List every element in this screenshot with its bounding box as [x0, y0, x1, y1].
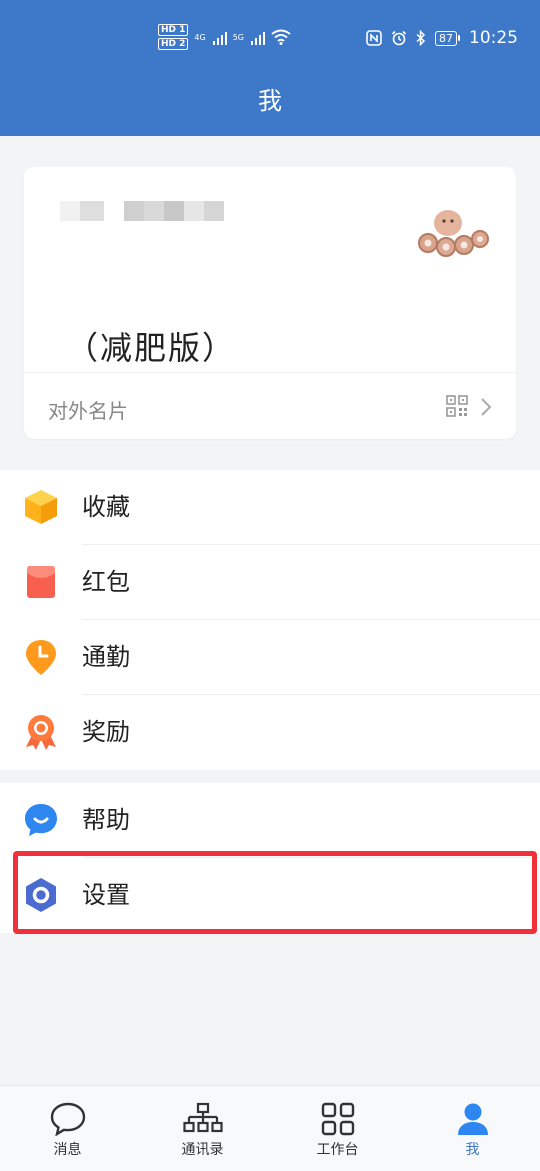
signal-icon-2 [251, 29, 265, 45]
status-time: 10:25 [469, 28, 518, 48]
tab-label-workbench: 工作台 [316, 1142, 359, 1158]
menu-item-collection[interactable]: 收藏 [0, 470, 540, 545]
menu-item-commute[interactable]: 通勤 [0, 620, 540, 695]
commute-clock-icon [26, 640, 56, 675]
workbench-grid-icon [321, 1102, 354, 1136]
alarm-icon [391, 30, 407, 46]
status-left: HD 1 HD 2 4G 5G [158, 24, 291, 50]
status-bar: HD 1 HD 2 4G 5G 87 10:25 [0, 22, 540, 58]
battery-icon: 87 [435, 30, 460, 46]
bottom-tab-bar: 消息 通讯录 工作台 我 [0, 1085, 540, 1171]
help-chat-icon [25, 804, 57, 836]
menu-label-award: 奖励 [82, 718, 130, 746]
network-label-5g: 5G [232, 32, 244, 42]
settings-highlight-box [13, 851, 537, 934]
tab-workbench[interactable]: 工作台 [270, 1086, 405, 1171]
tab-label-contacts: 通讯录 [181, 1142, 224, 1158]
menu-item-red-envelope[interactable]: 红包 [0, 545, 540, 620]
award-ribbon-icon [26, 715, 56, 750]
menu-label-collection: 收藏 [82, 493, 130, 521]
person-icon [457, 1103, 488, 1135]
profile-name: （减肥版） [66, 329, 237, 367]
menu-label-red-envelope: 红包 [82, 568, 130, 596]
red-envelope-icon [27, 566, 55, 598]
qr-code-icon[interactable] [446, 395, 468, 417]
menu-item-award[interactable]: 奖励 [0, 695, 540, 770]
nfc-icon [366, 30, 382, 46]
chevron-right-icon [481, 398, 492, 416]
tab-messages[interactable]: 消息 [0, 1086, 135, 1171]
tab-me[interactable]: 我 [405, 1086, 540, 1171]
status-right: 87 10:25 [366, 28, 518, 48]
tab-contacts[interactable]: 通讯录 [135, 1086, 270, 1171]
network-label-4g: 4G [194, 32, 206, 42]
external-card-row[interactable]: 对外名片 [24, 373, 516, 439]
page-title: 我 [258, 87, 282, 115]
hd-badge-2: HD 2 [158, 38, 189, 50]
hd-badge-1: HD 1 [158, 24, 189, 36]
contacts-tree-icon [182, 1102, 223, 1133]
message-bubble-icon [50, 1102, 85, 1136]
battery-level: 87 [435, 30, 457, 46]
tab-label-messages: 消息 [53, 1142, 82, 1158]
tab-label-me: 我 [465, 1142, 480, 1158]
menu-label-commute: 通勤 [82, 643, 130, 671]
profile-card[interactable]: （减肥版） 对外名片 [24, 167, 516, 439]
bluetooth-icon [416, 30, 426, 46]
collection-box-icon [25, 490, 57, 524]
hd-badges: HD 1 HD 2 [158, 24, 189, 50]
menu-group-1: 收藏 红包 通勤 奖励 [0, 470, 540, 770]
menu-label-help: 帮助 [82, 806, 130, 834]
external-card-label: 对外名片 [48, 399, 128, 423]
avatar[interactable] [416, 201, 490, 265]
wifi-icon [271, 29, 291, 45]
signal-icon [212, 29, 227, 45]
menu-item-help[interactable]: 帮助 [0, 783, 540, 858]
app-header: HD 1 HD 2 4G 5G 87 10:25 我 [0, 0, 540, 136]
